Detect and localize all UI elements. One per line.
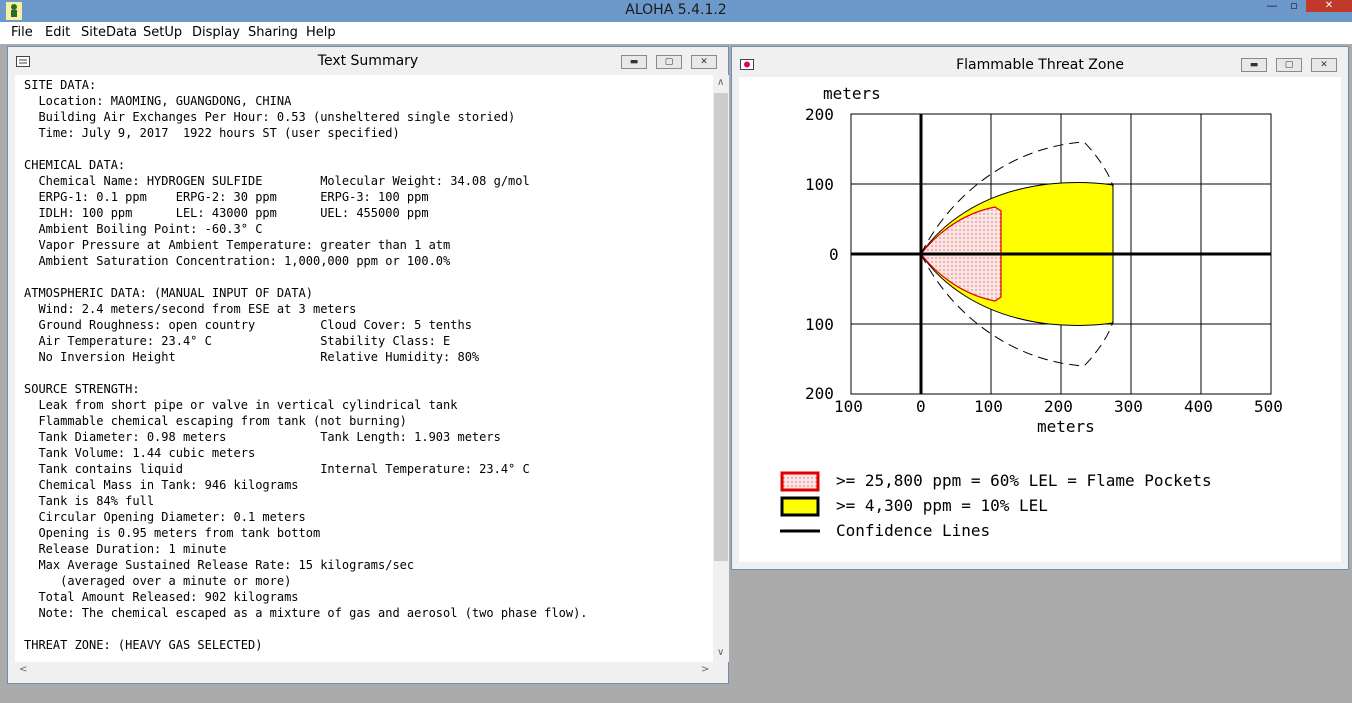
summary-line: Ambient Saturation Concentration: 1,000,…: [24, 254, 451, 268]
summary-line: Ambient Boiling Point: -60.3° C: [24, 222, 263, 236]
menu-sharing[interactable]: Sharing: [248, 25, 298, 40]
summary-line: Vapor Pressure at Ambient Temperature: g…: [24, 238, 451, 252]
summary-line: CHEMICAL DATA:: [24, 158, 126, 172]
summary-line: Time: July 9, 2017 1922 hours ST (user s…: [24, 126, 400, 140]
summary-line: [24, 141, 713, 157]
app-title-bar: ALOHA 5.4.1.2 — ▫ ✕: [0, 0, 1352, 22]
text-scroll-thumb[interactable]: [714, 93, 728, 561]
menu-setup[interactable]: SetUp: [143, 25, 182, 40]
app-close-button[interactable]: ✕: [1306, 0, 1352, 12]
x-tick-label: 200: [1044, 397, 1073, 416]
y-tick-label: 0: [829, 245, 839, 264]
summary-line: Air Temperature: 23.4° C Stability Class…: [24, 334, 451, 348]
threat-zone-content: meters 200 100 0 100 200 100 0 100 200 3…: [739, 77, 1341, 562]
scroll-left-arrow-icon[interactable]: <: [19, 664, 27, 675]
x-tick-label: 400: [1184, 397, 1213, 416]
text-window-close-button[interactable]: ✕: [691, 55, 717, 69]
summary-line: Max Average Sustained Release Rate: 15 k…: [24, 558, 415, 572]
summary-line: Tank Diameter: 0.98 meters Tank Length: …: [24, 430, 501, 444]
summary-line: Ground Roughness: open country Cloud Cov…: [24, 318, 472, 332]
threat-zone-plot: meters 200 100 0 100 200 100 0 100 200 3…: [780, 84, 1283, 540]
menu-sitedata[interactable]: SiteData: [81, 25, 137, 40]
x-tick-label: 0: [916, 397, 926, 416]
plot-window-minimize-button[interactable]: ▬: [1241, 58, 1267, 72]
summary-line: [24, 365, 713, 381]
scroll-right-arrow-icon[interactable]: >: [701, 664, 709, 675]
summary-line: Chemical Name: HYDROGEN SULFIDE Molecula…: [24, 174, 530, 188]
legend-flame-pocket-swatch: [780, 471, 820, 492]
summary-line: Opening is 0.95 meters from tank bottom: [24, 526, 321, 540]
summary-line: [24, 269, 713, 285]
x-tick-label: 100: [834, 397, 863, 416]
plot-window-maximize-button[interactable]: ▢: [1276, 58, 1302, 72]
x-tick-label: 100: [974, 397, 1003, 416]
summary-line: Building Air Exchanges Per Hour: 0.53 (u…: [24, 110, 516, 124]
text-summary-content: SITE DATA: Location: MAOMING, GUANGDONG,…: [15, 75, 713, 662]
y-axis-unit-label: meters: [823, 84, 881, 103]
summary-line: Total Amount Released: 902 kilograms: [24, 590, 299, 604]
text-summary-titlebar[interactable]: Text Summary ▬ ▢ ✕: [8, 47, 728, 75]
text-summary-title: Text Summary: [317, 53, 419, 69]
summary-line: ATMOSPHERIC DATA: (MANUAL INPUT OF DATA): [24, 286, 313, 300]
summary-line: No Inversion Height Relative Humidity: 8…: [24, 350, 480, 364]
menu-bar: File Edit SiteData SetUp Display Sharing…: [0, 22, 1352, 44]
text-vertical-scrollbar[interactable]: ∧ ∨: [713, 75, 729, 662]
text-summary-window: Text Summary ▬ ▢ ✕ SITE DATA: Location: …: [7, 46, 729, 684]
legend-lel-swatch: [780, 496, 820, 517]
summary-line: Chemical Mass in Tank: 946 kilograms: [24, 478, 299, 492]
summary-line: SITE DATA:: [24, 78, 97, 92]
summary-line: THREAT ZONE: (HEAVY GAS SELECTED): [24, 638, 263, 652]
summary-line: ERPG-1: 0.1 ppm ERPG-2: 30 ppm ERPG-3: 1…: [24, 190, 429, 204]
x-tick-label: 500: [1254, 397, 1283, 416]
menu-help[interactable]: Help: [306, 25, 336, 40]
y-tick-label: 100: [805, 315, 834, 334]
app-maximize-button[interactable]: ▫: [1284, 0, 1304, 14]
scroll-down-arrow-icon[interactable]: ∨: [717, 647, 724, 658]
legend: >= 25,800 ppm = 60% LEL = Flame Pockets …: [780, 471, 1212, 540]
summary-line: Release Duration: 1 minute: [24, 542, 227, 556]
summary-line: Tank contains liquid Internal Temperatur…: [24, 462, 530, 476]
summary-line: Tank Volume: 1.44 cubic meters: [24, 446, 256, 460]
text-horizontal-scrollbar[interactable]: < >: [15, 662, 713, 678]
summary-line: [24, 621, 713, 637]
app-title: ALOHA 5.4.1.2: [625, 2, 727, 18]
summary-line: SOURCE STRENGTH:: [24, 382, 140, 396]
threat-zone-titlebar[interactable]: Flammable Threat Zone ▬ ▢ ✕: [732, 47, 1348, 75]
legend-lel-label: >= 4,300 ppm = 10% LEL: [836, 496, 1048, 515]
summary-line: Note: The chemical escaped as a mixture …: [24, 606, 588, 620]
legend-confidence-label: Confidence Lines: [836, 521, 990, 540]
x-tick-label: 300: [1114, 397, 1143, 416]
legend-flame-pocket-label: >= 25,800 ppm = 60% LEL = Flame Pockets: [836, 471, 1212, 490]
menu-file[interactable]: File: [11, 25, 33, 40]
menu-display[interactable]: Display: [192, 25, 240, 40]
text-summary-body: SITE DATA: Location: MAOMING, GUANGDONG,…: [15, 75, 713, 653]
y-tick-label: 200: [805, 384, 834, 403]
text-window-maximize-button[interactable]: ▢: [656, 55, 682, 69]
y-tick-label: 200: [805, 105, 834, 124]
summary-line: (averaged over a minute or more): [24, 574, 292, 588]
summary-line: Location: MAOMING, GUANGDONG, CHINA: [24, 94, 292, 108]
threat-zone-window: Flammable Threat Zone ▬ ▢ ✕ meters 200 1…: [731, 46, 1349, 570]
x-axis-unit-label: meters: [1037, 417, 1095, 436]
menu-edit[interactable]: Edit: [45, 25, 70, 40]
summary-line: Leak from short pipe or valve in vertica…: [24, 398, 458, 412]
scroll-up-arrow-icon[interactable]: ∧: [717, 77, 724, 88]
summary-line: IDLH: 100 ppm LEL: 43000 ppm UEL: 455000…: [24, 206, 429, 220]
app-minimize-button[interactable]: —: [1262, 0, 1282, 14]
text-window-minimize-button[interactable]: ▬: [621, 55, 647, 69]
summary-line: Circular Opening Diameter: 0.1 meters: [24, 510, 306, 524]
summary-line: Wind: 2.4 meters/second from ESE at 3 me…: [24, 302, 357, 316]
summary-line: Flammable chemical escaping from tank (n…: [24, 414, 407, 428]
summary-line: Tank is 84% full: [24, 494, 155, 508]
y-tick-label: 100: [805, 175, 834, 194]
plot-window-close-button[interactable]: ✕: [1311, 58, 1337, 72]
